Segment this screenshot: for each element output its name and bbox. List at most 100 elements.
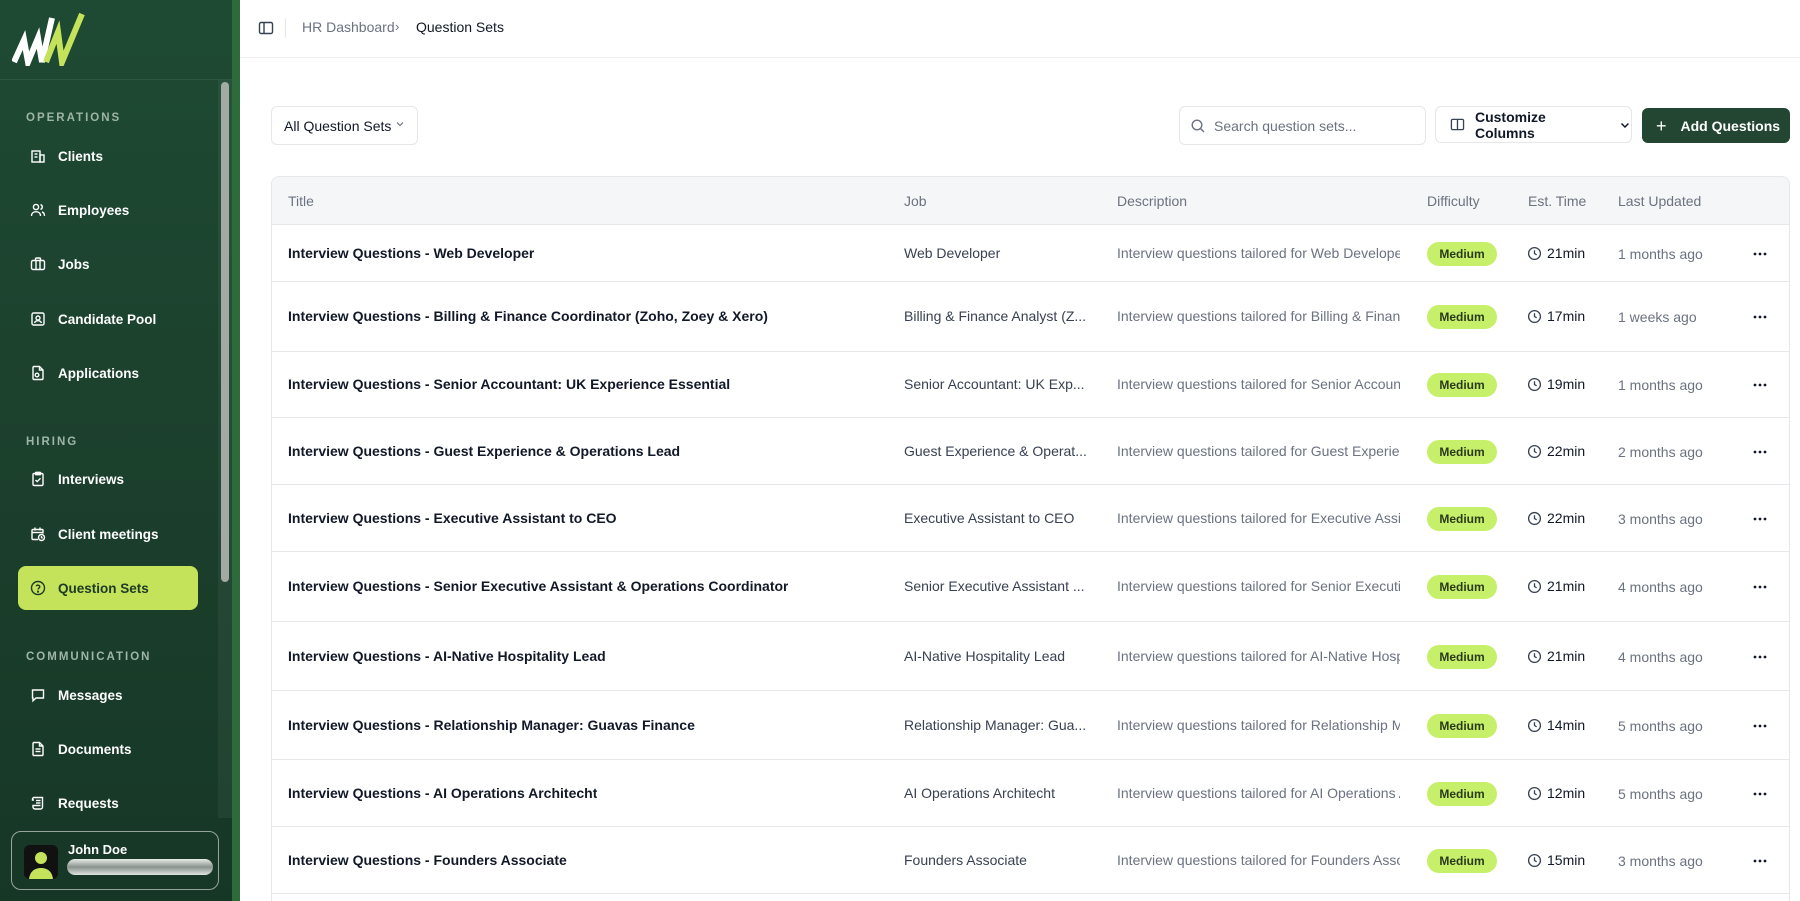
row-actions-menu-icon[interactable] [1748,507,1772,531]
estimated-time-value: 17min [1547,308,1586,324]
users-icon [30,202,46,218]
sidebar-item-applications[interactable]: Applications [18,351,198,395]
sidebar-scrollbar-thumb[interactable] [221,82,229,582]
column-header-description[interactable]: Description [1117,193,1187,209]
clock-icon [1527,444,1547,459]
app: OPERATIONS Clients Employees Jobs Candid… [0,0,1800,901]
chevron-down-icon [395,119,405,132]
sidebar-item-documents[interactable]: Documents [18,727,198,771]
sidebar-edge [232,0,240,901]
question-set-title[interactable]: Interview Questions - Senior Executive A… [288,578,788,594]
sidebar-item-requests[interactable]: Requests [18,781,198,825]
sidebar-item-interviews[interactable]: Interviews [18,457,198,501]
difficulty-badge: Medium [1427,242,1497,266]
clock-icon [1527,786,1547,801]
table-row[interactable]: Interview Questions - Senior Accountant:… [272,352,1789,418]
table-row[interactable]: Interview Questions - Executive Assistan… [272,485,1789,552]
question-set-title[interactable]: Interview Questions - AI-Native Hospital… [288,648,606,664]
table-row[interactable]: Interview Questions - AI-Native Hospital… [272,622,1789,691]
table-row[interactable]: Interview Questions - Web Developer Web D… [272,225,1789,282]
sidebar-item-label: Jobs [58,256,90,272]
question-set-job: Guest Experience & Operat... [904,443,1087,459]
last-updated: 1 weeks ago [1618,309,1697,325]
question-set-job: AI Operations Architecht [904,785,1055,801]
sidebar-item-label: Applications [58,365,140,381]
sidebar-item-messages[interactable]: Messages [18,673,198,717]
question-set-job: Executive Assistant to CEO [904,510,1075,526]
question-set-title[interactable]: Interview Questions - Executive Assistan… [288,510,617,526]
sidebar-item-question-sets[interactable]: Question Sets [18,566,198,610]
estimated-time: 19min [1527,376,1585,392]
row-actions-menu-icon[interactable] [1748,242,1772,266]
sidebar-item-jobs[interactable]: Jobs [18,242,198,286]
briefcase-icon [30,256,46,272]
avatar [24,845,58,879]
row-actions-menu-icon[interactable] [1748,782,1772,806]
sidebar-item-candidate-pool[interactable]: Candidate Pool [18,297,198,341]
question-set-job: Senior Accountant: UK Exp... [904,376,1085,392]
add-questions-button[interactable]: + Add Questions [1642,108,1790,143]
sidebar-item-clients[interactable]: Clients [18,134,198,178]
breadcrumb-parent[interactable]: HR Dashboard [302,19,395,35]
search-input[interactable] [1214,117,1414,134]
calendar-clock-icon [30,526,46,542]
estimated-time-value: 15min [1547,852,1586,868]
question-set-filter-dropdown[interactable]: All Question Sets [271,106,418,145]
top-bar-divider [285,18,286,38]
row-actions-menu-icon[interactable] [1748,714,1772,738]
question-set-title[interactable]: Interview Questions - Web Developer [288,245,534,261]
question-set-title[interactable]: Interview Questions - Founders Associate [288,852,567,868]
table-row[interactable]: Interview Questions - Relationship Manag… [272,691,1789,760]
table-row[interactable]: Interview Questions - Guest Experience &… [272,418,1789,485]
question-set-title[interactable]: Interview Questions - AI Operations Arch… [288,785,597,801]
estimated-time-value: 22min [1547,510,1586,526]
difficulty-badge: Medium [1427,645,1497,669]
sidebar-item-employees[interactable]: Employees [18,188,198,232]
row-actions-menu-icon[interactable] [1748,373,1772,397]
sidebar-item-label: Employees [58,202,130,218]
estimated-time: 12min [1527,785,1585,801]
question-set-title[interactable]: Interview Questions - Senior Accountant:… [288,376,730,392]
question-set-description: Interview questions tailored for Guest E… [1117,443,1400,459]
section-title-hiring: HIRING [26,436,79,448]
question-set-title[interactable]: Interview Questions - Billing & Finance … [288,308,768,324]
row-actions-menu-icon[interactable] [1748,575,1772,599]
column-header-difficulty[interactable]: Difficulty [1427,193,1480,209]
estimated-time-value: 14min [1547,717,1586,733]
difficulty-badge: Medium [1427,782,1497,806]
table-row[interactable]: Interview Questions - Founders Associate… [272,827,1789,894]
difficulty-badge: Medium [1427,507,1497,531]
row-actions-menu-icon[interactable] [1748,645,1772,669]
column-header-job[interactable]: Job [904,193,927,209]
estimated-time-value: 22min [1547,443,1586,459]
contact-icon [30,311,46,327]
customize-columns-button[interactable]: Customize Columns [1435,106,1632,143]
sidebar-item-label: Interviews [58,471,125,487]
user-email-redacted [67,859,213,875]
row-actions-menu-icon[interactable] [1748,849,1772,873]
column-header-title[interactable]: Title [288,193,314,209]
question-set-job: Founders Associate [904,852,1027,868]
column-header-est-time[interactable]: Est. Time [1528,193,1586,209]
clock-icon [1527,649,1547,664]
table-row[interactable]: Interview Questions - Billing & Finance … [272,282,1789,352]
chevron-down-icon [1621,122,1630,128]
table-row[interactable]: Interview Questions - Senior Executive A… [272,552,1789,622]
question-set-title[interactable]: Interview Questions - Guest Experience &… [288,443,680,459]
sidebar-item-label: Client meetings [58,526,159,542]
row-actions-menu-icon[interactable] [1748,305,1772,329]
panel-toggle-icon[interactable] [258,20,274,36]
user-card[interactable]: John Doe [11,831,219,890]
customize-columns-label: Customize Columns [1474,108,1546,141]
sidebar-item-client-meetings[interactable]: Client meetings [18,512,198,556]
search-box [1179,106,1426,145]
question-set-title[interactable]: Interview Questions - Relationship Manag… [288,717,695,733]
table-row[interactable]: Interview Questions - AI Operations Arch… [272,760,1789,827]
question-set-job: AI-Native Hospitality Lead [904,648,1066,664]
last-updated: 3 months ago [1618,853,1703,869]
question-set-description: Interview questions tailored for Billing… [1117,308,1400,324]
column-header-last-updated[interactable]: Last Updated [1618,193,1701,209]
clock-icon [1527,579,1547,594]
row-actions-menu-icon[interactable] [1748,440,1772,464]
sidebar-item-label: Documents [58,741,132,757]
